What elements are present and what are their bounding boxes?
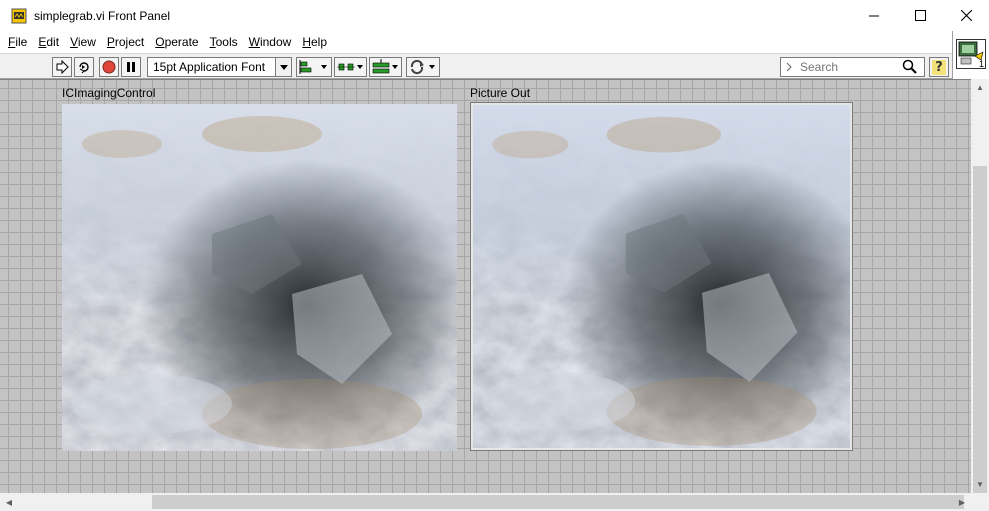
search-input[interactable] [800,59,900,75]
distribute-objects-button[interactable] [334,57,367,77]
maximize-icon [914,10,926,21]
menu-file[interactable]: File [8,33,27,51]
dropdown-arrow-icon [275,58,291,76]
horizontal-scrollbar[interactable]: ◀ ▶ [0,493,971,511]
vi-icon-number: 1 [978,59,984,69]
close-button[interactable] [943,0,989,31]
run-button[interactable] [52,57,72,77]
vertical-scrollbar[interactable]: ▲ ▼ [971,79,989,511]
icimagingcontrol-display[interactable] [62,104,457,451]
icimagingcontrol-label: ICImagingControl [62,86,156,100]
menu-tools[interactable]: Tools [210,33,238,51]
search-arrow-icon [786,62,792,72]
help-icon: ? [932,59,946,75]
front-panel-canvas[interactable]: ICImagingControl Picture Out [0,79,971,493]
window-title: simplegrab.vi Front Panel [34,9,171,23]
run-arrow-icon [56,60,69,74]
picture-out-label: Picture Out [470,86,531,100]
vi-icon[interactable]: 1 [956,39,986,69]
context-help-button[interactable]: ? [929,57,949,77]
align-objects-button[interactable] [296,57,332,77]
reorder-icon [410,59,435,75]
search-icon[interactable] [902,59,918,75]
resize-objects-button[interactable] [369,57,402,77]
vi-icon-pane: 1 [952,31,989,79]
vertical-scroll-thumb[interactable] [973,166,987,511]
align-objects-icon [299,60,327,74]
reorder-button[interactable] [406,57,440,77]
menu-edit[interactable]: Edit [38,33,59,51]
font-value: 15pt Application Font [153,60,266,74]
title-bar: simplegrab.vi Front Panel [0,0,989,31]
run-continuously-icon [79,62,89,74]
scroll-right-icon[interactable]: ▶ [953,494,971,511]
scroll-down-icon[interactable]: ▼ [971,476,989,493]
pause-icon [127,62,135,72]
minimize-button[interactable] [851,0,897,31]
menu-operate[interactable]: Operate [155,33,198,51]
toolbar: 15pt Application Font Search ? [0,53,952,79]
scroll-left-icon[interactable]: ◀ [0,494,18,511]
maximize-button[interactable] [897,0,943,31]
scrollbar-corner [971,493,989,511]
pause-button[interactable] [121,57,141,77]
abort-execution-button[interactable] [99,57,119,77]
close-icon [960,10,972,21]
menu-project[interactable]: Project [107,33,144,51]
horizontal-scroll-thumb[interactable] [152,495,964,509]
rock-image [62,104,457,451]
text-settings-dropdown[interactable]: 15pt Application Font [147,57,292,77]
search-field[interactable] [780,57,925,77]
scroll-up-icon[interactable]: ▲ [971,79,989,96]
picture-out-display[interactable] [470,102,853,451]
stop-icon [102,60,116,74]
run-continuously-button[interactable] [74,57,94,77]
rock-image-output [473,105,850,448]
labview-app-icon [11,8,27,24]
menu-bar: File Edit View Project Operate Tools Win… [0,31,952,53]
menu-window[interactable]: Window [249,33,292,51]
menu-help[interactable]: Help [302,33,327,51]
minimize-icon [869,15,879,16]
menu-view[interactable]: View [70,33,96,51]
resize-objects-icon [372,59,398,74]
distribute-objects-icon [336,63,363,71]
